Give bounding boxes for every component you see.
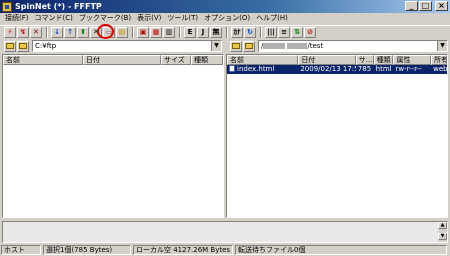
status-host: ホスト xyxy=(1,245,41,255)
remote-col-name[interactable]: 名前 xyxy=(227,55,299,65)
file-owner: web xyxy=(433,65,447,73)
redacted-block xyxy=(287,43,308,49)
local-open-folder-icon[interactable] xyxy=(17,40,29,52)
window-title: SpinNet (*) - FFFTP xyxy=(15,2,102,11)
toolbar-separator xyxy=(260,26,262,38)
remote-col-owner[interactable]: 所有 xyxy=(431,55,447,65)
local-column-header: 名前 日付 サイズ 種類 xyxy=(3,55,223,65)
local-file-list[interactable]: 名前 日付 サイズ 種類 xyxy=(2,54,224,218)
status-local-free: ローカル空 4127.26M Bytes xyxy=(133,245,233,255)
remote-col-size[interactable]: サ... xyxy=(355,55,374,65)
disconnect-icon[interactable]: ↯ xyxy=(17,26,29,38)
toolbar-separator xyxy=(46,26,48,38)
remote-col-type[interactable]: 種類 xyxy=(373,55,394,65)
title-bar: SpinNet (*) - FFFTP _ □ × xyxy=(0,0,450,13)
menu-view[interactable]: 表示(V) xyxy=(134,13,164,24)
status-queue: 転送待ちファイル0個 xyxy=(235,245,447,255)
chevron-down-icon[interactable]: ▼ xyxy=(437,41,447,51)
redacted-block xyxy=(263,43,286,49)
download-icon[interactable]: ↓ xyxy=(51,26,63,38)
toolbar-separator xyxy=(179,26,181,38)
menu-command[interactable]: コマンド(C) xyxy=(32,13,76,24)
local-path-text: C:¥ftp xyxy=(35,42,57,50)
local-col-type[interactable]: 種類 xyxy=(191,55,223,65)
remote-open-folder-icon[interactable] xyxy=(243,40,255,52)
menu-options[interactable]: オプション(O) xyxy=(201,13,253,24)
kana-icon[interactable]: ｶﾅ xyxy=(231,26,243,38)
app-icon xyxy=(2,1,12,12)
chevron-down-icon[interactable]: ▼ xyxy=(211,41,221,51)
connect-icon[interactable]: ⚡ xyxy=(4,26,16,38)
list-view-icon[interactable]: ||| xyxy=(265,26,277,38)
refresh-icon[interactable]: ↻ xyxy=(244,26,256,38)
local-col-size[interactable]: サイズ xyxy=(161,55,191,65)
status-selection: 選択1個(785 Bytes) xyxy=(43,245,131,255)
remote-file-list[interactable]: 名前 日付 サ... 種類 属性 所有 index.html 2009/02/1… xyxy=(226,54,448,218)
menu-tools[interactable]: ツール(T) xyxy=(164,13,201,24)
local-path-input[interactable]: C:¥ftp ▼ xyxy=(32,40,222,52)
chmod-icon[interactable]: ▣ xyxy=(137,26,149,38)
kanji-mode-icon[interactable]: J xyxy=(197,26,209,38)
upload-icon[interactable]: ↑ xyxy=(64,26,76,38)
file-date: 2009/02/13 17:57 xyxy=(300,65,355,73)
download-as-icon[interactable]: ⬆ xyxy=(77,26,89,38)
remote-path-input[interactable]: //test ▼ xyxy=(258,40,448,52)
local-path-bar: C:¥ftp ▼ xyxy=(4,39,222,53)
maximize-button[interactable]: □ xyxy=(419,1,432,11)
stop-icon[interactable]: ⊘ xyxy=(304,26,316,38)
mkdir-icon[interactable]: ▤ xyxy=(116,26,128,38)
no-conversion-icon[interactable]: 無 xyxy=(210,26,222,38)
file-name: index.html xyxy=(237,65,275,73)
table-row[interactable]: index.html 2009/02/13 17:57 785 html rw-… xyxy=(227,65,447,74)
file-size: 785 xyxy=(357,65,372,73)
local-col-date[interactable]: 日付 xyxy=(83,55,161,65)
local-col-name[interactable]: 名前 xyxy=(3,55,83,65)
toolbar-separator xyxy=(132,26,134,38)
scroll-up-icon[interactable]: ▲ xyxy=(438,222,447,229)
close-button[interactable]: × xyxy=(435,1,448,11)
log-area[interactable]: ▲ ▼ xyxy=(2,221,448,243)
quick-connect-icon[interactable]: ✕ xyxy=(30,26,42,38)
menu-connect[interactable]: 接続(F) xyxy=(2,13,32,24)
binary-mode-icon[interactable]: ▥ xyxy=(163,26,175,38)
ascii-mode-icon[interactable]: E xyxy=(184,26,196,38)
minimize-button[interactable]: _ xyxy=(405,1,418,11)
toolbar-separator xyxy=(226,26,228,38)
command-icon[interactable]: ▦ xyxy=(150,26,162,38)
toolbar: ⚡ ↯ ✕ ↓ ↑ ⬆ ✕ ▭ ▤ ▣ ▦ ▥ E J 無 ｶﾅ ↻ ||| ≡… xyxy=(0,25,450,38)
menu-bar: 接続(F) コマンド(C) ブックマーク(B) 表示(V) ツール(T) オプシ… xyxy=(0,13,450,24)
remote-col-attr[interactable]: 属性 xyxy=(393,55,432,65)
remote-path-tail: /test xyxy=(307,42,324,50)
detail-view-icon[interactable]: ≡ xyxy=(278,26,290,38)
remote-up-folder-icon[interactable] xyxy=(230,40,242,52)
status-bar: ホスト 選択1個(785 Bytes) ローカル空 4127.26M Bytes… xyxy=(0,244,450,256)
menu-help[interactable]: ヘルプ(H) xyxy=(253,13,291,24)
html-file-icon xyxy=(229,65,235,72)
log-scrollbar[interactable]: ▲ ▼ xyxy=(438,222,447,242)
remote-column-header: 名前 日付 サ... 種類 属性 所有 xyxy=(227,55,447,65)
highlight-circle xyxy=(97,24,114,39)
dir-sync-icon[interactable]: ⇅ xyxy=(291,26,303,38)
remote-col-date[interactable]: 日付 xyxy=(298,55,356,65)
scroll-down-icon[interactable]: ▼ xyxy=(438,233,447,240)
file-attr: rw-r--r-- xyxy=(395,65,422,73)
menu-bookmark[interactable]: ブックマーク(B) xyxy=(76,13,134,24)
file-name-cell: index.html xyxy=(227,65,298,74)
local-up-folder-icon[interactable] xyxy=(4,40,16,52)
remote-path-bar: //test ▼ xyxy=(230,39,448,53)
file-type: html xyxy=(375,65,392,73)
